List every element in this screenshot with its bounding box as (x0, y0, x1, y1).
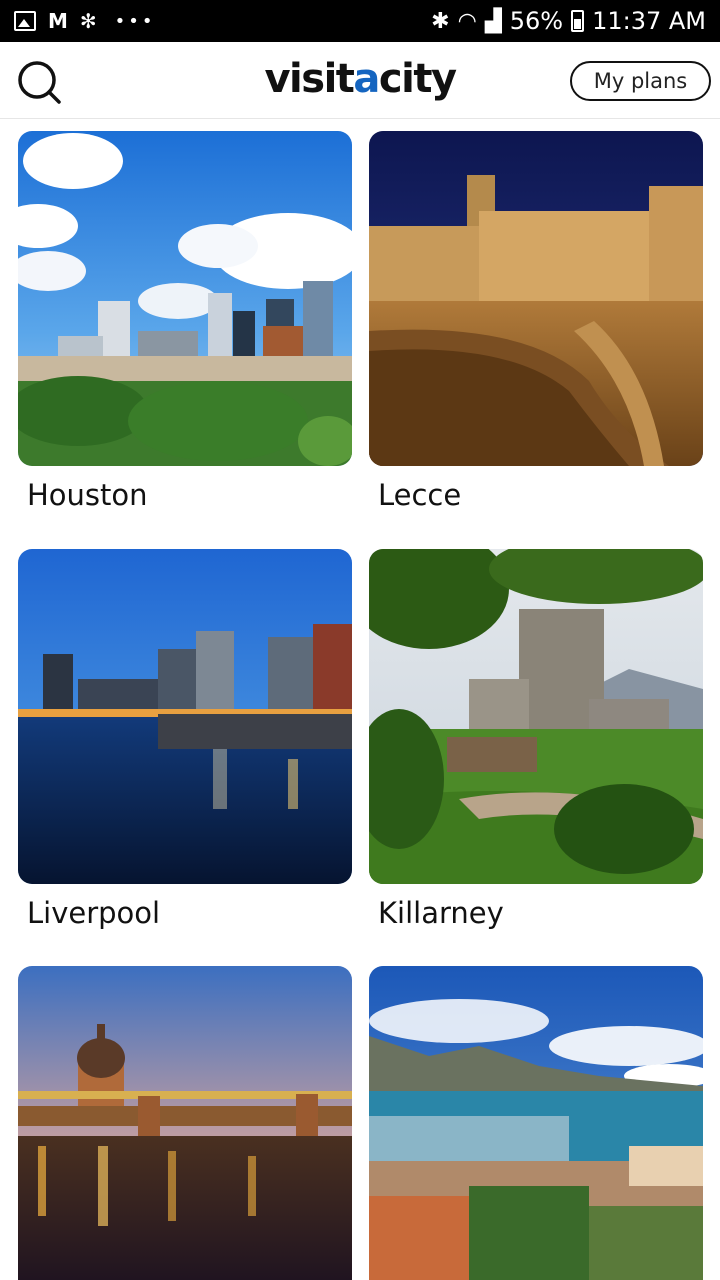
gallery-icon (14, 11, 36, 31)
app-header: visitacity My plans (0, 42, 720, 119)
bluetooth-icon: ✱ (431, 8, 450, 34)
city-card-5[interactable] (18, 966, 352, 1280)
city-card-houston[interactable]: Houston (18, 131, 352, 512)
city-name[interactable]: Killarney (378, 896, 703, 930)
battery-icon (571, 10, 585, 32)
city-card-liverpool[interactable]: Liverpool (18, 549, 352, 930)
city-name[interactable]: Lecce (378, 478, 703, 512)
battery-percent: 56% (509, 7, 564, 35)
clock: 11:37 AM (592, 7, 706, 35)
city-card-killarney[interactable]: Killarney (369, 549, 703, 930)
fan-icon: ✻ (79, 9, 97, 33)
city-card-lecce[interactable]: Lecce (369, 131, 703, 512)
status-bar: M ✻ ••• ✱ ◠ ▟ 56% 11:37 AM (0, 0, 720, 42)
city-image-killarney[interactable] (369, 549, 703, 884)
city-card-6[interactable] (369, 966, 703, 1280)
city-image-lecce[interactable] (369, 131, 703, 466)
city-image-liverpool[interactable] (18, 549, 352, 884)
city-image-houston[interactable] (18, 131, 352, 466)
my-plans-button[interactable]: My plans (570, 61, 711, 101)
city-image-6[interactable] (369, 966, 703, 1280)
wifi-icon: ◠ (457, 8, 477, 34)
city-image-5[interactable] (18, 966, 352, 1280)
city-name[interactable]: Houston (27, 478, 352, 512)
more-dots-icon: ••• (114, 10, 156, 32)
signal-icon: ▟ (484, 8, 502, 34)
city-name[interactable]: Liverpool (27, 896, 352, 930)
gmail-icon: M (48, 9, 68, 33)
